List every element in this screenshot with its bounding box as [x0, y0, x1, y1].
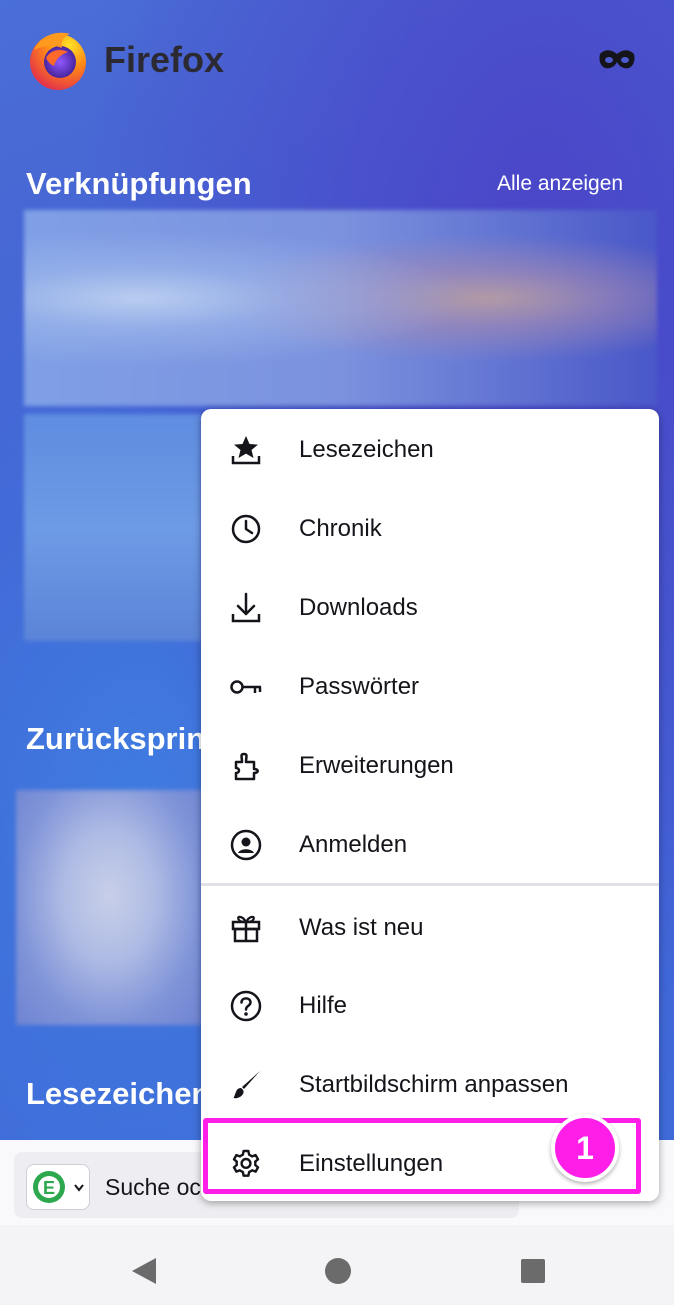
bookmarks-title: Lesezeichen — [26, 1076, 211, 1111]
gift-icon — [229, 911, 263, 945]
menu-divider — [201, 883, 659, 886]
jump-back-title: Zurückspring — [26, 721, 225, 756]
download-icon — [229, 591, 263, 625]
menu-item-label: Was ist neu — [299, 913, 424, 941]
menu-item-label: Anmelden — [299, 830, 408, 858]
shortcut-tile[interactable] — [24, 414, 202, 641]
app-header: Firefox — [26, 28, 224, 92]
menu-item-bookmarks[interactable]: Lesezeichen — [201, 410, 659, 489]
firefox-logo-icon — [26, 28, 90, 92]
menu-item-sign-in[interactable]: Anmelden — [201, 805, 659, 884]
puzzle-icon — [229, 749, 263, 783]
paintbrush-icon — [229, 1068, 263, 1102]
back-nav-icon[interactable] — [130, 1258, 158, 1284]
step-badge: 1 — [551, 1114, 619, 1182]
system-navigation-bar — [0, 1225, 674, 1305]
menu-item-label: Lesezeichen — [299, 435, 434, 463]
menu-item-label: Erweiterungen — [299, 751, 454, 779]
menu-item-label: Chronik — [299, 514, 382, 542]
menu-item-label: Passwörter — [299, 672, 420, 700]
menu-item-extensions[interactable]: Erweiterungen — [201, 726, 659, 805]
search-engine-selector[interactable]: E — [26, 1164, 90, 1210]
account-icon — [229, 828, 263, 862]
home-nav-icon[interactable] — [325, 1258, 351, 1284]
bookmark-star-icon — [229, 433, 263, 467]
private-browsing-mask-icon[interactable] — [598, 48, 636, 72]
svg-text:E: E — [43, 1178, 55, 1198]
key-icon — [229, 670, 263, 704]
jump-back-tile[interactable] — [16, 790, 202, 1025]
show-all-shortcuts-link[interactable]: Alle anzeigen — [497, 172, 623, 196]
menu-item-passwords[interactable]: Passwörter — [201, 647, 659, 726]
menu-item-help[interactable]: Hilfe — [201, 966, 659, 1045]
shortcut-tile[interactable] — [24, 210, 657, 406]
main-menu: Lesezeichen Chronik Downloads Passwörter — [201, 409, 659, 1201]
recents-nav-icon[interactable] — [521, 1259, 545, 1283]
menu-item-label: Downloads — [299, 593, 418, 621]
help-icon — [229, 989, 263, 1023]
search-input[interactable]: Suche oc — [105, 1174, 201, 1201]
clock-icon — [229, 512, 263, 546]
menu-item-whats-new[interactable]: Was ist neu — [201, 888, 659, 967]
menu-item-label: Startbildschirm anpassen — [299, 1070, 569, 1098]
menu-item-downloads[interactable]: Downloads — [201, 568, 659, 647]
shortcuts-title: Verknüpfungen — [26, 166, 252, 201]
menu-item-customize-homepage[interactable]: Startbildschirm anpassen — [201, 1045, 659, 1124]
menu-item-label: Hilfe — [299, 991, 348, 1019]
menu-item-history[interactable]: Chronik — [201, 489, 659, 568]
app-brand-name: Firefox — [104, 39, 225, 80]
ecosia-icon: E — [33, 1171, 84, 1203]
